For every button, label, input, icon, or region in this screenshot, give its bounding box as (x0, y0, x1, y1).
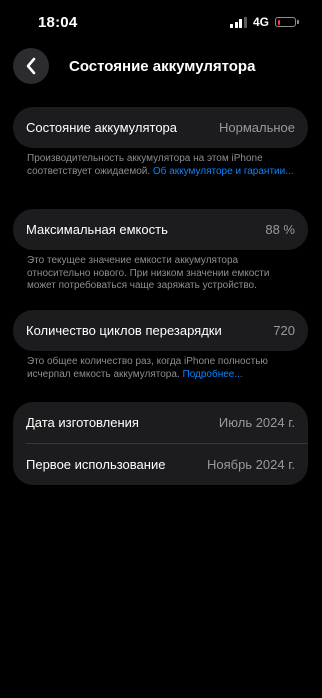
cycle-count-label: Количество циклов перезарядки (26, 323, 222, 338)
max-capacity-row: Максимальная емкость 88 % (13, 209, 308, 250)
battery-state-card: Состояние аккумулятора Нормальное (13, 107, 308, 148)
back-button[interactable] (13, 48, 49, 84)
cycle-count-value: 720 (273, 323, 295, 338)
network-type: 4G (252, 15, 269, 29)
status-time: 18:04 (38, 14, 78, 31)
chevron-left-icon (26, 57, 36, 75)
learn-more-link[interactable]: Подробнее... (183, 369, 243, 380)
first-use-row: Первое использование Ноябрь 2024 г. (13, 444, 308, 485)
manufacture-date-value: Июль 2024 г. (218, 415, 295, 430)
battery-fill (277, 19, 280, 25)
battery-warranty-link[interactable]: Об аккумуляторе и гарантии... (153, 166, 294, 177)
status-indicators: 4G (230, 15, 299, 29)
cycle-count-row: Количество циклов перезарядки 720 (13, 310, 308, 351)
cycle-count-footnote: Это общее количество раз, когда iPhone п… (27, 356, 297, 381)
max-capacity-label: Максимальная емкость (26, 222, 168, 237)
battery-state-footnote: Производительность аккумулятора на этом … (27, 153, 297, 178)
page-title: Состояние аккумулятора (69, 58, 256, 75)
status-bar: 18:04 4G (0, 0, 322, 44)
max-capacity-footnote: Это текущее значение емкости аккумулятор… (27, 255, 270, 291)
manufacture-date-row: Дата изготовления Июль 2024 г. (13, 402, 308, 443)
cycle-count-card: Количество циклов перезарядки 720 (13, 310, 308, 351)
battery-icon (275, 17, 299, 27)
first-use-label: Первое использование (26, 457, 166, 472)
battery-state-value: Нормальное (218, 120, 295, 135)
battery-state-label: Состояние аккумулятора (26, 120, 178, 135)
max-capacity-value: 88 % (265, 222, 295, 237)
max-capacity-card: Максимальная емкость 88 % (13, 209, 308, 250)
cellular-signal-icon (230, 16, 247, 28)
first-use-value: Ноябрь 2024 г. (206, 457, 295, 472)
dates-card: Дата изготовления Июль 2024 г. Первое ис… (13, 402, 308, 485)
battery-state-row: Состояние аккумулятора Нормальное (13, 107, 308, 148)
manufacture-date-label: Дата изготовления (26, 415, 139, 430)
